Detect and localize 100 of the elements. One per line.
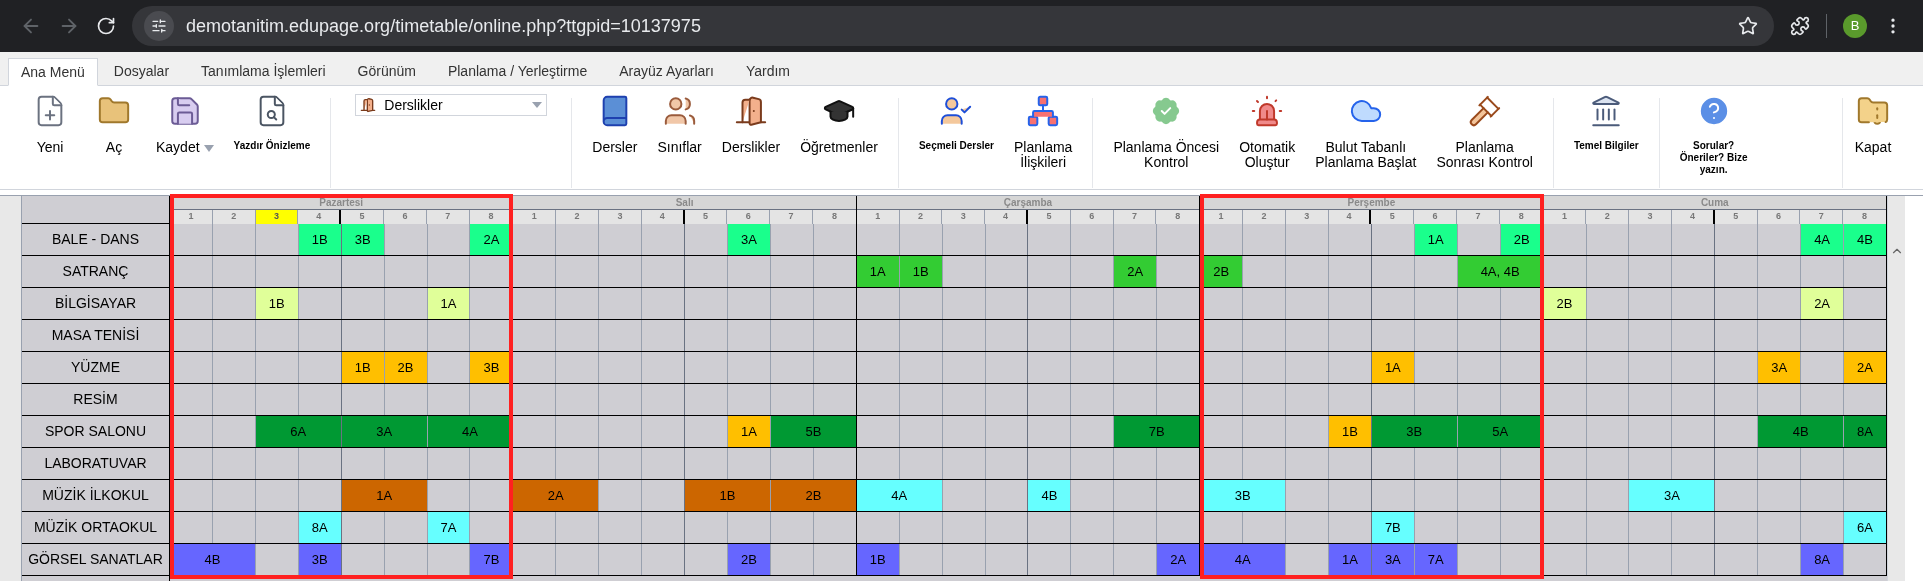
lesson-block[interactable]: 2B — [728, 544, 771, 575]
lesson-block[interactable]: 3A — [1758, 352, 1802, 383]
extensions-icon[interactable] — [1790, 16, 1810, 36]
lesson-block[interactable]: 7B — [1371, 512, 1415, 543]
lesson-block[interactable]: 6A — [255, 416, 342, 447]
lesson-block[interactable]: 7B — [1114, 416, 1201, 447]
lesson-block[interactable]: 1A — [728, 416, 771, 447]
period-header: 3 — [1285, 210, 1329, 224]
lesson-block[interactable]: 6A — [1844, 512, 1887, 543]
lesson-block[interactable]: 1A — [1414, 224, 1458, 255]
lesson-block[interactable]: 3A — [728, 224, 771, 255]
lesson-block[interactable]: 1B — [1328, 416, 1372, 447]
toolbar-button[interactable]: Temel Bilgiler — [1565, 86, 1647, 152]
period-header: 7 — [1457, 210, 1500, 224]
toolbar-button[interactable]: Dersler — [584, 86, 646, 155]
toolbar-button[interactable]: Sınıflar — [649, 86, 710, 155]
menu-tab[interactable]: Yardım — [729, 57, 806, 85]
zip-folder-icon — [1856, 94, 1890, 128]
lesson-block[interactable]: 8A — [298, 512, 342, 543]
lesson-block[interactable]: 1B — [255, 288, 299, 319]
toolbar-button[interactable]: Bulut Tabanlı Planlama Başlat — [1307, 86, 1425, 170]
lesson-block[interactable]: 1A — [427, 288, 471, 319]
lesson-block[interactable]: 8A — [1801, 544, 1845, 575]
period-header: 1 — [856, 210, 900, 224]
period-header: 3 — [599, 210, 642, 224]
toolbar-button[interactable]: Derslikler — [713, 86, 789, 155]
menu-tab[interactable]: Ana Menü — [8, 58, 98, 86]
lesson-block[interactable]: 3A — [1629, 480, 1716, 511]
lesson-block[interactable]: 8A — [1844, 416, 1887, 447]
day-header: Cuma — [1543, 196, 1886, 210]
lesson-block[interactable]: 5B — [770, 416, 857, 447]
toolbar-button[interactable]: Planlama Öncesi Kontrol — [1105, 86, 1228, 170]
lesson-block[interactable]: 4A — [856, 480, 943, 511]
toolbar-button[interactable]: Planlama İlişkileri — [1006, 86, 1081, 170]
room-label[interactable]: LABORATUVAR — [22, 448, 169, 480]
menu-tab[interactable]: Arayüz Ayarları — [603, 57, 730, 85]
period-header: 6 — [1757, 210, 1801, 224]
room-label[interactable]: SATRANÇ — [22, 256, 169, 288]
reload-icon[interactable] — [96, 16, 116, 36]
lesson-block[interactable]: 4B — [1758, 416, 1845, 447]
room-label[interactable]: MÜZİK İLKOKUL — [22, 480, 169, 512]
lesson-block[interactable]: 2A — [1844, 352, 1887, 383]
room-label[interactable]: BALE - DANS — [22, 224, 169, 256]
lesson-block[interactable]: 1B — [856, 544, 900, 575]
site-info-icon[interactable] — [144, 11, 174, 41]
lesson-block[interactable]: 1A — [856, 256, 900, 287]
menu-tab[interactable]: Tanımlama İşlemleri — [185, 57, 342, 85]
view-select[interactable]: Derslikler — [355, 94, 548, 116]
lesson-block[interactable]: 2B — [384, 352, 428, 383]
lesson-block[interactable]: 7A — [1414, 544, 1458, 575]
lesson-block[interactable]: 3A — [341, 416, 428, 447]
lesson-block[interactable]: 1B — [341, 352, 385, 383]
room-label[interactable]: YÜZME — [22, 352, 169, 384]
lesson-block[interactable]: 3B — [1371, 416, 1458, 447]
lesson-block[interactable]: 2B — [770, 480, 857, 511]
door-icon — [360, 97, 377, 113]
room-label[interactable]: RESİM — [22, 384, 169, 416]
toolbar-button[interactable]: Seçmeli Dersler — [910, 86, 1002, 152]
scrollbar[interactable] — [1887, 196, 1905, 581]
lesson-block[interactable]: 3A — [1371, 544, 1415, 575]
room-label[interactable]: MASA TENİSİ — [22, 320, 169, 352]
toolbar-button[interactable]: Kaydet — [148, 86, 222, 155]
lesson-block[interactable]: 3B — [341, 224, 385, 255]
period-header: 1 — [513, 210, 557, 224]
toolbar-button[interactable]: Öğretmenler — [792, 86, 886, 155]
address-bar[interactable]: demotanitim.edupage.org/timetable/online.php?ttgpid=10137975 — [132, 6, 1774, 46]
lesson-block[interactable]: 7A — [427, 512, 471, 543]
lesson-block[interactable]: 2A — [1157, 544, 1201, 575]
lesson-block[interactable]: 2A — [1801, 288, 1845, 319]
bookmark-star-icon[interactable] — [1738, 16, 1758, 36]
menu-tab[interactable]: Planlama / Yerleştirme — [431, 57, 604, 85]
room-label[interactable]: BİLGİSAYAR — [22, 288, 169, 320]
lesson-block[interactable]: 2B — [1543, 288, 1587, 319]
lesson-block[interactable]: 1B — [685, 480, 771, 511]
room-label[interactable]: SPOR SALONU — [22, 416, 169, 448]
lesson-block[interactable]: 1A — [1328, 544, 1372, 575]
day-header: Salı — [513, 196, 856, 210]
toolbar-button[interactable]: Planlama Sonrası Kontrol — [1428, 86, 1541, 170]
period-header: 4 — [641, 210, 685, 224]
lesson-block[interactable]: 2A — [1114, 256, 1158, 287]
toolbar-button[interactable]: Kapat — [1843, 86, 1903, 155]
toolbar-button[interactable]: Aç — [84, 86, 144, 155]
toolbar-button[interactable]: Sorular? Öneriler? Bize yazın. — [1671, 86, 1756, 176]
lesson-block[interactable]: 4B — [1844, 224, 1887, 255]
toolbar-button[interactable]: Yeni — [20, 86, 80, 155]
siren-icon — [1250, 94, 1285, 128]
lesson-block[interactable]: 2A — [513, 480, 600, 511]
lesson-block[interactable]: 4B — [1028, 480, 1072, 511]
menu-tab[interactable]: Görünüm — [341, 57, 432, 85]
lesson-block[interactable]: 4A — [1801, 224, 1845, 255]
menu-tab[interactable]: Dosyalar — [97, 57, 186, 85]
toolbar-button[interactable]: Otomatik Oluştur — [1231, 86, 1304, 170]
lesson-block[interactable]: 1A — [1371, 352, 1415, 383]
room-label[interactable]: GÖRSEL SANATLAR — [22, 544, 169, 576]
room-label[interactable]: MÜZİK ORTAOKUL — [22, 512, 169, 544]
lesson-block[interactable]: 3B — [298, 544, 342, 575]
toolbar-button[interactable]: Yazdır Önizleme — [225, 86, 319, 152]
lesson-block[interactable]: 1A — [341, 480, 428, 511]
lesson-block[interactable]: 1B — [899, 256, 943, 287]
lesson-block[interactable]: 1B — [298, 224, 342, 255]
